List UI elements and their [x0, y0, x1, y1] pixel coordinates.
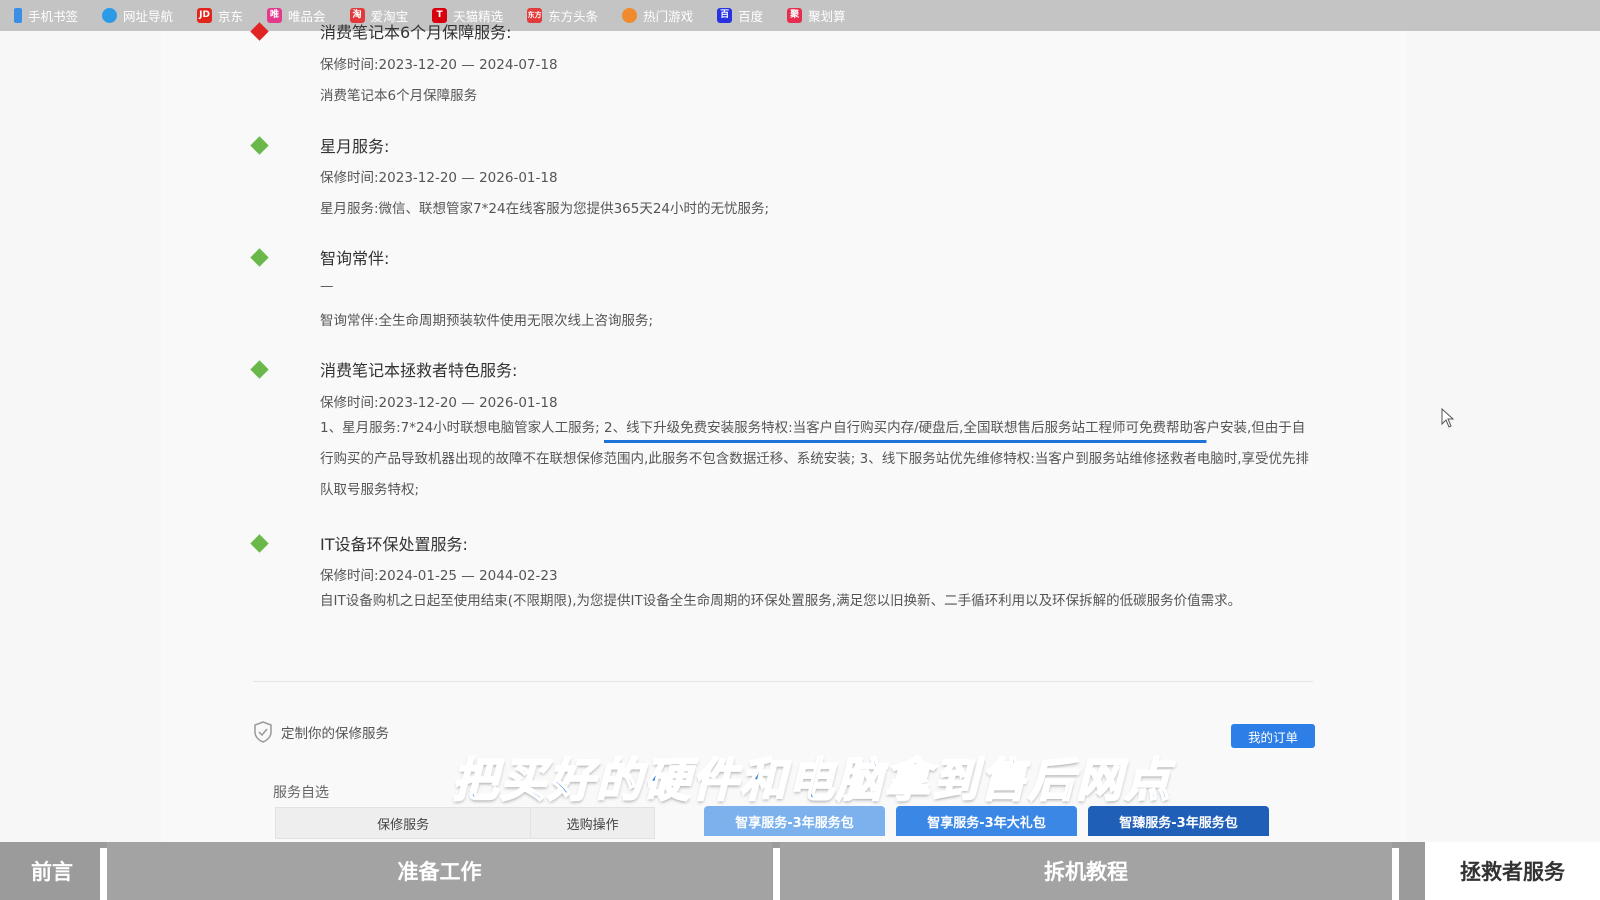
juhuasuan-icon: 聚: [787, 8, 803, 23]
service-title: 消费笔记本6个月保障服务:: [320, 23, 512, 42]
baidu-icon: 百: [717, 8, 733, 23]
warranty-period: 保修时间:2023-12-20 — 2026-01-18: [320, 170, 558, 186]
service-desc: 1、星月服务:7*24小时联想电脑管家人工服务; 2、线下升级免费安装服务特权:…: [320, 413, 1312, 506]
timeline-marker-icon: [250, 248, 269, 267]
package-tab[interactable]: 智享服务-3年大礼包: [896, 806, 1077, 836]
game-icon: [622, 8, 638, 23]
bookmarks-bar: 手机书签 网址导航 JD 京东 唯 唯品会 淘 爱淘宝 T 天猫精选 东方 东方…: [0, 0, 1600, 31]
bookmark-nav[interactable]: 网址导航: [102, 6, 173, 25]
bookmark-juhuasuan[interactable]: 聚 聚划算: [787, 6, 846, 25]
custom-service-header: 定制你的保修服务: [253, 721, 389, 743]
service-title: 星月服务:: [320, 137, 390, 156]
jd-icon: JD: [197, 8, 213, 23]
timeline-marker-icon: [250, 534, 269, 553]
globe-icon: [102, 8, 118, 23]
chapter-preparation[interactable]: 准备工作: [107, 842, 772, 900]
service-desc: 智询常伴:全生命周期预装软件使用无限次线上咨询服务;: [320, 313, 654, 329]
service-desc-part: 1、星月服务:7*24小时联想电脑管家人工服务;: [320, 420, 604, 436]
timeline-marker-icon: [250, 136, 269, 155]
chapter-separator: [1392, 848, 1399, 900]
warranty-period: 保修时间:2024-01-25 — 2044-02-23: [320, 568, 558, 584]
service-desc: 消费笔记本6个月保障服务: [320, 88, 478, 104]
video-subtitle: 把买好的硬件和电脑拿到售后网点: [451, 752, 1172, 808]
service-desc: 星月服务:微信、联想管家7*24在线客服为您提供365天24小时的无忧服务;: [320, 201, 770, 217]
service-table-header: 保修服务 选购操作: [275, 807, 655, 839]
my-orders-button[interactable]: 我的订单: [1231, 724, 1315, 748]
bookmark-news[interactable]: 东方 东方头条: [527, 6, 598, 25]
news-icon: 东方: [527, 8, 543, 23]
self-select-label: 服务自选: [273, 785, 329, 801]
warranty-card: 消费笔记本6个月保障服务: 保修时间:2023-12-20 — 2024-07-…: [161, 22, 1406, 851]
chapter-separator: [773, 848, 780, 900]
chapter-legion-service[interactable]: 拯救者服务: [1425, 842, 1600, 900]
warranty-period: —: [320, 278, 334, 294]
divider: [253, 681, 1313, 682]
bookmark-jd[interactable]: JD 京东: [197, 6, 243, 25]
cursor-icon: [1441, 408, 1455, 428]
timeline-marker-icon: [250, 360, 269, 379]
bookmark-mobile[interactable]: 手机书签: [14, 6, 78, 25]
package-tab[interactable]: 智享服务-3年服务包: [704, 806, 885, 836]
chapter-preface[interactable]: 前言: [0, 842, 104, 900]
service-title: 消费笔记本拯救者特色服务:: [320, 361, 518, 380]
vip-icon: 唯: [267, 8, 283, 23]
bookmark-games[interactable]: 热门游戏: [622, 6, 693, 25]
service-title: IT设备环保处置服务:: [320, 535, 468, 554]
service-title: 智询常伴:: [320, 249, 390, 268]
chapter-disassembly[interactable]: 拆机教程: [780, 842, 1392, 900]
package-tab[interactable]: 智臻服务-3年服务包: [1088, 806, 1269, 836]
service-desc: 自IT设备购机之日起至使用结束(不限期限),为您提供IT设备全生命周期的环保处置…: [320, 593, 1242, 609]
highlighted-text: 2、线下升级免费安装服务特权:当客户自行购买内存/硬盘后,全国联想售后服务站工程…: [604, 420, 1207, 436]
warranty-period: 保修时间:2023-12-20 — 2026-01-18: [320, 395, 558, 411]
shield-icon: [253, 721, 273, 743]
table-header-cell: 保修服务: [377, 817, 430, 833]
bookmark-baidu[interactable]: 百 百度: [717, 6, 763, 25]
custom-service-title: 定制你的保修服务: [281, 726, 389, 742]
table-header-cell: 选购操作: [530, 808, 654, 838]
bookmark-vip[interactable]: 唯 唯品会: [267, 6, 326, 25]
bookmark-icon: [14, 8, 22, 23]
chapter-separator: [100, 848, 107, 900]
warranty-period: 保修时间:2023-12-20 — 2024-07-18: [320, 57, 558, 73]
